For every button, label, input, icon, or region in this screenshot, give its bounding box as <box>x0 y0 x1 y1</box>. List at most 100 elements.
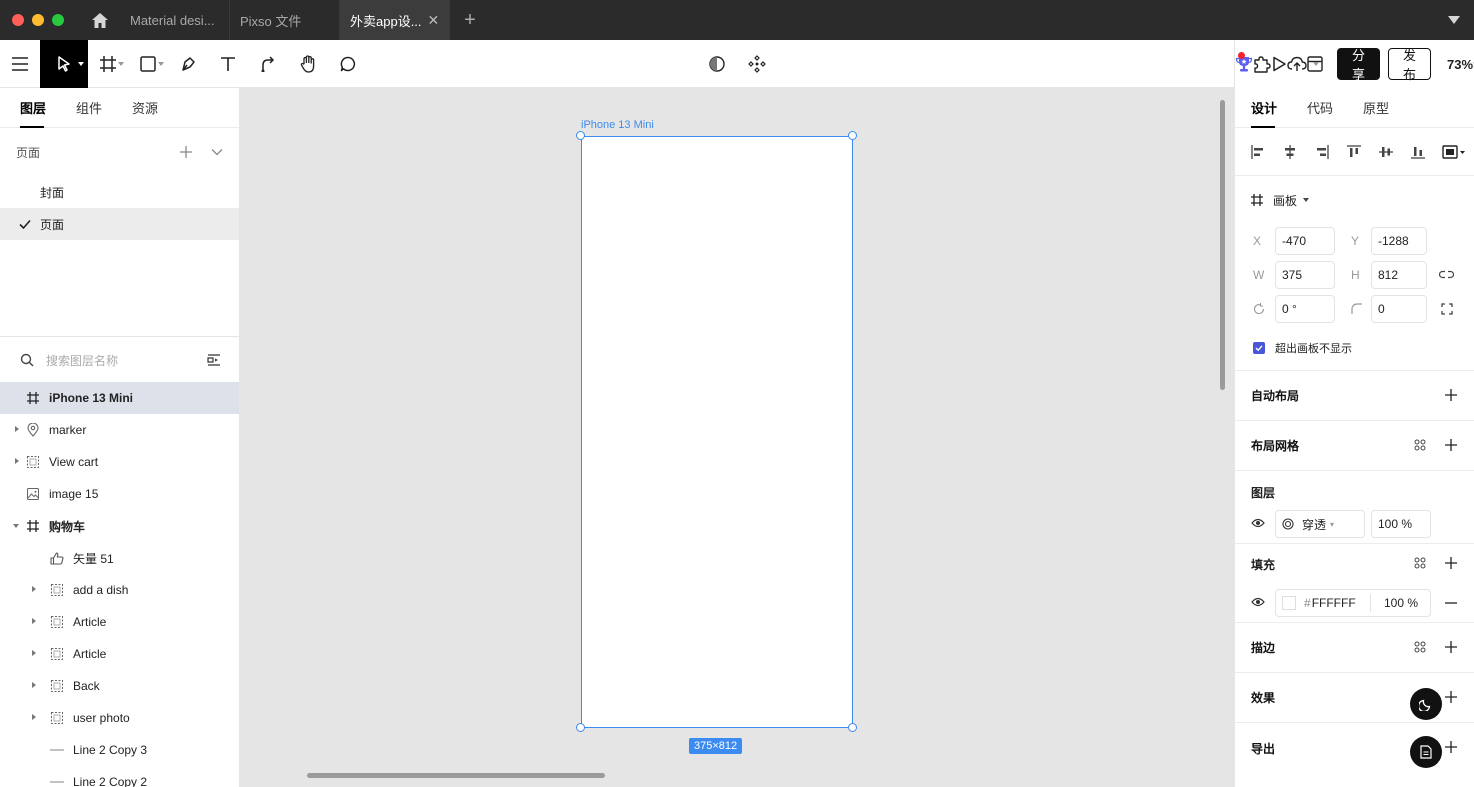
align-vertical-center-icon[interactable] <box>1377 143 1395 161</box>
resize-handle-top-left[interactable] <box>576 131 585 140</box>
independent-corners-icon[interactable] <box>1441 303 1453 315</box>
horizontal-scrollbar[interactable] <box>307 773 605 778</box>
component-button[interactable] <box>737 40 777 88</box>
resize-handle-bottom-left[interactable] <box>576 723 585 732</box>
add-export-plus-icon[interactable] <box>1444 740 1458 754</box>
resize-handle-bottom-right[interactable] <box>848 723 857 732</box>
expand-arrow-icon[interactable] <box>32 682 36 688</box>
collapse-arrow-icon[interactable] <box>13 524 19 528</box>
layer-opacity-input[interactable]: 100 % <box>1371 510 1431 538</box>
frame-name-label[interactable]: iPhone 13 Mini <box>581 119 654 131</box>
frame-type-selector[interactable]: 画板 <box>1235 176 1474 224</box>
layer-search[interactable]: 搜索图层名称 <box>0 344 239 376</box>
cloud-upload-button[interactable] <box>1287 40 1307 88</box>
tab-takeaway-app[interactable]: 外卖app设... ✕ <box>340 0 450 40</box>
layer-row-line-2-copy-2[interactable]: Line 2 Copy 2 <box>0 766 239 787</box>
fill-styles-icon[interactable] <box>1414 557 1426 569</box>
minimize-window-button[interactable] <box>32 14 44 26</box>
shape-tool[interactable] <box>128 40 168 88</box>
vertical-scrollbar[interactable] <box>1220 100 1225 390</box>
grid-styles-icon[interactable] <box>1414 439 1426 451</box>
align-horizontal-center-icon[interactable] <box>1281 143 1299 161</box>
document-help-button[interactable] <box>1410 736 1442 768</box>
layer-row-line-2-copy-3[interactable]: Line 2 Copy 3 <box>0 734 239 766</box>
pen-tool[interactable] <box>168 40 208 88</box>
add-page-icon[interactable] <box>179 145 193 159</box>
rotation-input[interactable]: 0 ° <box>1275 295 1335 323</box>
tab-code[interactable]: 代码 <box>1307 88 1363 128</box>
tab-components[interactable]: 组件 <box>76 88 132 128</box>
zoom-level[interactable]: 73% <box>1447 57 1473 72</box>
layer-row-shopping-cart[interactable]: 购物车 <box>0 510 239 542</box>
close-tab-icon[interactable]: ✕ <box>428 12 440 29</box>
fill-color-field[interactable]: # FFFFFF 100 % <box>1275 589 1431 617</box>
fill-opacity-value[interactable]: 100 % <box>1384 596 1418 610</box>
add-fill-plus-icon[interactable] <box>1444 556 1458 570</box>
mask-button[interactable] <box>697 40 737 88</box>
page-item-page[interactable]: 页面 <box>0 208 239 240</box>
constrain-proportions-link-icon[interactable] <box>1439 270 1454 279</box>
panel-divider[interactable] <box>0 336 239 337</box>
color-swatch[interactable] <box>1282 596 1296 610</box>
maximize-window-button[interactable] <box>52 14 64 26</box>
align-top-icon[interactable] <box>1345 143 1363 161</box>
tab-assets[interactable]: 资源 <box>132 88 188 128</box>
expand-arrow-icon[interactable] <box>15 426 19 432</box>
design-canvas[interactable]: iPhone 13 Mini 375×812 <box>240 88 1234 787</box>
search-input[interactable]: 搜索图层名称 <box>46 352 207 369</box>
corner-radius-input[interactable]: 0 <box>1371 295 1427 323</box>
window-menu-button[interactable] <box>1434 0 1474 40</box>
layer-row-article[interactable]: Article <box>0 606 239 638</box>
trophy-button[interactable] <box>1235 40 1253 88</box>
expand-arrow-icon[interactable] <box>32 714 36 720</box>
align-bottom-icon[interactable] <box>1409 143 1427 161</box>
layer-row-back[interactable]: Back <box>0 670 239 702</box>
tab-material-design[interactable]: Material desi... <box>120 0 230 40</box>
tab-pixso-file[interactable]: Pixso 文件 <box>230 0 340 40</box>
stroke-styles-icon[interactable] <box>1414 641 1426 653</box>
dark-mode-toggle-button[interactable] <box>1410 688 1442 720</box>
layer-row-iphone-13-mini[interactable]: iPhone 13 Mini <box>0 382 239 414</box>
fill-hex-value[interactable]: FFFFFF <box>1312 596 1356 610</box>
add-effect-plus-icon[interactable] <box>1444 690 1458 704</box>
eye-icon[interactable] <box>1251 597 1265 607</box>
y-input[interactable]: -1288 <box>1371 227 1427 255</box>
resize-handle-top-right[interactable] <box>848 131 857 140</box>
expand-arrow-icon[interactable] <box>32 618 36 624</box>
plugins-button[interactable] <box>1253 40 1271 88</box>
artboard-frame[interactable] <box>581 136 853 728</box>
align-right-icon[interactable] <box>1313 143 1331 161</box>
home-button[interactable] <box>80 0 120 40</box>
expand-arrow-icon[interactable] <box>32 650 36 656</box>
add-stroke-plus-icon[interactable] <box>1444 640 1458 654</box>
tab-prototype[interactable]: 原型 <box>1363 88 1419 128</box>
new-tab-button[interactable]: + <box>450 0 490 40</box>
tab-design[interactable]: 设计 <box>1251 88 1307 128</box>
expand-arrow-icon[interactable] <box>15 458 19 464</box>
add-auto-layout-plus-icon[interactable] <box>1444 388 1458 402</box>
frame-tool[interactable] <box>88 40 128 88</box>
publish-button[interactable]: 发布 <box>1388 48 1432 82</box>
layer-row-image-15[interactable]: image 15 <box>0 478 239 510</box>
width-input[interactable]: 375 <box>1275 261 1335 289</box>
remove-fill-minus-icon[interactable] <box>1445 602 1457 604</box>
eye-icon[interactable] <box>1251 518 1265 528</box>
layer-row-user-photo[interactable]: user photo <box>0 702 239 734</box>
x-input[interactable]: -470 <box>1275 227 1335 255</box>
page-item-cover[interactable]: 封面 <box>0 176 239 208</box>
filter-layers-icon[interactable] <box>207 354 221 366</box>
layer-row-add-a-dish[interactable]: add a dish <box>0 574 239 606</box>
comment-tool[interactable] <box>328 40 368 88</box>
present-button[interactable] <box>1271 40 1287 88</box>
main-menu-button[interactable] <box>0 40 40 88</box>
layer-row-marker[interactable]: marker <box>0 414 239 446</box>
hand-tool[interactable] <box>288 40 328 88</box>
clip-content-checkbox[interactable] <box>1253 342 1265 354</box>
close-window-button[interactable] <box>12 14 24 26</box>
blend-mode-select[interactable]: 穿透 ▾ <box>1275 510 1365 538</box>
move-tool[interactable] <box>40 39 88 88</box>
tab-layers[interactable]: 图层 <box>20 88 76 128</box>
clip-content-row[interactable]: 超出画板不显示 <box>1235 326 1474 370</box>
layer-row-article[interactable]: Article <box>0 638 239 670</box>
layer-row-vector-51[interactable]: 矢量 51 <box>0 542 239 574</box>
